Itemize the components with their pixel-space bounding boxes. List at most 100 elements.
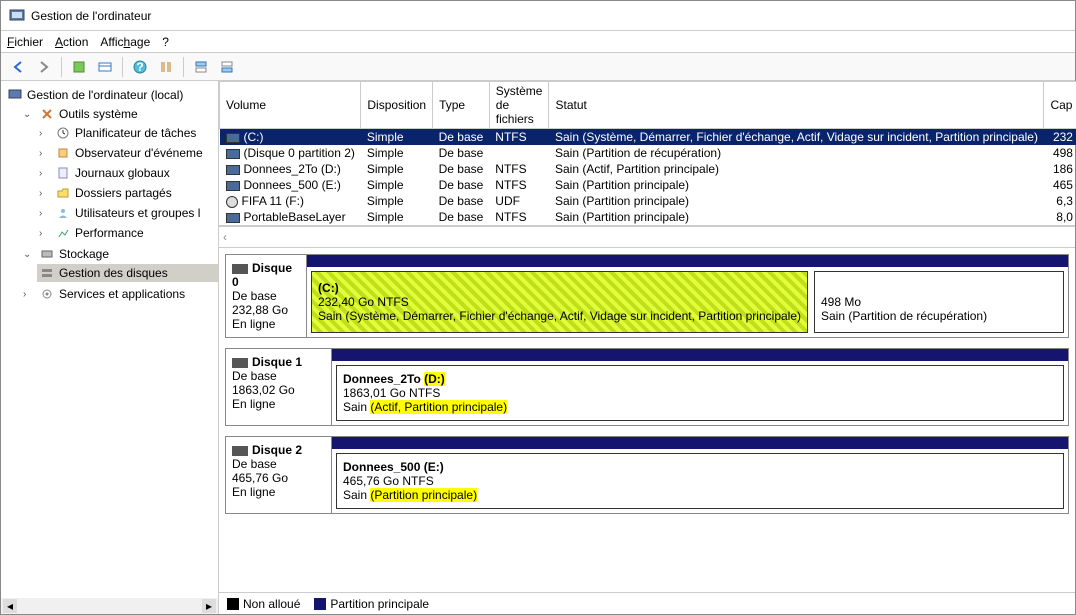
volume-icon — [226, 181, 240, 191]
users-icon — [55, 205, 71, 221]
toolbar: ? — [1, 53, 1075, 81]
scroll-left-icon[interactable]: ◂ — [3, 599, 17, 613]
view-bottom-button[interactable] — [216, 56, 238, 78]
disk-icon — [232, 264, 248, 274]
disk-info: Disque 2 De base 465,76 Go En ligne — [226, 437, 332, 513]
swatch-black — [227, 598, 239, 610]
col-type[interactable]: Type — [433, 82, 490, 129]
tree-event-viewer[interactable]: ›Observateur d'événeme — [37, 144, 218, 162]
col-status[interactable]: Statut — [549, 82, 1044, 129]
disk-info: Disque 0 De base 232,88 Go En ligne — [226, 255, 307, 337]
view-top-button[interactable] — [190, 56, 212, 78]
menu-help[interactable]: ? — [162, 35, 169, 49]
volume-row[interactable]: FIFA 11 (F:)SimpleDe baseUDFSain (Partit… — [220, 193, 1076, 209]
tree-task-scheduler[interactable]: ›Planificateur de tâches — [37, 124, 218, 142]
legend: Non alloué Partition principale — [219, 592, 1075, 614]
gear-icon — [39, 286, 55, 302]
partition-recovery[interactable]: 498 Mo Sain (Partition de récupération) — [814, 271, 1064, 333]
refresh-button[interactable] — [68, 56, 90, 78]
scroll-right-icon[interactable]: ▸ — [202, 599, 216, 613]
tree-system-tools[interactable]: ⌄ Outils système — [21, 105, 218, 123]
toolbar-separator — [61, 57, 62, 77]
disk-header-bar — [307, 255, 1068, 267]
partition-e[interactable]: Donnees_500 (E:) 465,76 Go NTFS Sain (Pa… — [336, 453, 1064, 509]
volume-icon — [226, 196, 238, 208]
collapse-icon[interactable]: ⌄ — [23, 249, 35, 260]
forward-button[interactable] — [33, 56, 55, 78]
menu-file[interactable]: Fichier — [7, 35, 43, 49]
computer-icon — [7, 87, 23, 103]
folder-icon — [55, 185, 71, 201]
disk-icon — [232, 446, 248, 456]
svg-text:?: ? — [136, 60, 143, 74]
disk-2[interactable]: Disque 2 De base 465,76 Go En ligne Donn… — [225, 436, 1069, 514]
event-icon — [55, 145, 71, 161]
toolbar-separator — [122, 57, 123, 77]
help-button[interactable]: ? — [129, 56, 151, 78]
tree-pane[interactable]: Gestion de l'ordinateur (local) ⌄ Outils… — [1, 81, 219, 614]
expand-icon[interactable]: › — [39, 128, 51, 139]
window-title: Gestion de l'ordinateur — [31, 9, 151, 23]
expand-icon[interactable]: › — [23, 289, 35, 300]
col-filesystem[interactable]: Système de fichiers — [489, 82, 549, 129]
volume-header-row[interactable]: Volume Disposition Type Système de fichi… — [220, 82, 1076, 129]
menu-action[interactable]: Action — [55, 35, 88, 49]
titlebar: Gestion de l'ordinateur — [1, 1, 1075, 31]
disk-header-bar — [332, 437, 1068, 449]
legend-primary: Partition principale — [314, 597, 429, 611]
volume-row[interactable]: Donnees_2To (D:)SimpleDe baseNTFSSain (A… — [220, 161, 1076, 177]
perf-icon — [55, 225, 71, 241]
volume-list[interactable]: Volume Disposition Type Système de fichi… — [219, 81, 1075, 226]
disk-mgmt-icon — [39, 265, 55, 281]
volume-icon — [226, 149, 240, 159]
partition-d[interactable]: Donnees_2To (D:) 1863,01 Go NTFS Sain (A… — [336, 365, 1064, 421]
partition-c[interactable]: (C:) 232,40 Go NTFS Sain (Système, Démar… — [311, 271, 808, 333]
disk-1[interactable]: Disque 1 De base 1863,02 Go En ligne Don… — [225, 348, 1069, 426]
legend-unallocated: Non alloué — [227, 597, 300, 611]
disk-0[interactable]: Disque 0 De base 232,88 Go En ligne (C:)… — [225, 254, 1069, 338]
col-disposition[interactable]: Disposition — [361, 82, 433, 129]
scroll-left-icon: ‹ — [223, 230, 227, 244]
swatch-navy — [314, 598, 326, 610]
expand-icon[interactable]: › — [39, 148, 51, 159]
menubar: Fichier Action Affichage ? — [1, 31, 1075, 53]
tree-users-groups[interactable]: ›Utilisateurs et groupes l — [37, 204, 218, 222]
tree-horizontal-scrollbar[interactable]: ◂ ▸ — [1, 598, 218, 614]
expand-icon[interactable]: › — [39, 168, 51, 179]
expand-icon[interactable]: › — [39, 188, 51, 199]
tree-shared-folders[interactable]: ›Dossiers partagés — [37, 184, 218, 202]
toolbar-separator — [183, 57, 184, 77]
splitter-bar[interactable]: ‹ — [219, 226, 1075, 248]
back-button[interactable] — [7, 56, 29, 78]
volume-row[interactable]: PortableBaseLayerSimpleDe baseNTFSSain (… — [220, 209, 1076, 225]
log-icon — [55, 165, 71, 181]
tree-services-apps[interactable]: › Services et applications — [21, 285, 218, 303]
expand-icon[interactable]: › — [39, 208, 51, 219]
expand-icon[interactable]: › — [39, 228, 51, 239]
col-capacity[interactable]: Cap — [1044, 82, 1076, 129]
collapse-icon[interactable]: ⌄ — [23, 109, 35, 120]
tree-disk-management[interactable]: Gestion des disques — [37, 264, 218, 282]
view-list-button[interactable] — [155, 56, 177, 78]
disk-icon — [232, 358, 248, 368]
clock-icon — [55, 125, 71, 141]
volume-row[interactable]: Donnees_500 (E:)SimpleDe baseNTFSSain (P… — [220, 177, 1076, 193]
tree-global-logs[interactable]: ›Journaux globaux — [37, 164, 218, 182]
disk-header-bar — [332, 349, 1068, 361]
disk-graphical-view[interactable]: Disque 0 De base 232,88 Go En ligne (C:)… — [219, 248, 1075, 592]
volume-icon — [226, 165, 240, 175]
disk-info: Disque 1 De base 1863,02 Go En ligne — [226, 349, 332, 425]
volume-icon — [226, 213, 240, 223]
tree-performance[interactable]: ›Performance — [37, 224, 218, 242]
menu-view[interactable]: Affichage — [100, 35, 150, 49]
tree-storage[interactable]: ⌄ Stockage — [21, 245, 218, 263]
tree-root[interactable]: Gestion de l'ordinateur (local) — [5, 86, 218, 104]
tools-icon — [39, 106, 55, 122]
volume-row[interactable]: (Disque 0 partition 2)SimpleDe baseSain … — [220, 145, 1076, 161]
content-pane: Volume Disposition Type Système de fichi… — [219, 81, 1075, 614]
storage-icon — [39, 246, 55, 262]
col-volume[interactable]: Volume — [220, 82, 361, 129]
volume-row[interactable]: (C:)SimpleDe baseNTFSSain (Système, Déma… — [220, 129, 1076, 146]
properties-button[interactable] — [94, 56, 116, 78]
volume-icon — [226, 133, 240, 143]
